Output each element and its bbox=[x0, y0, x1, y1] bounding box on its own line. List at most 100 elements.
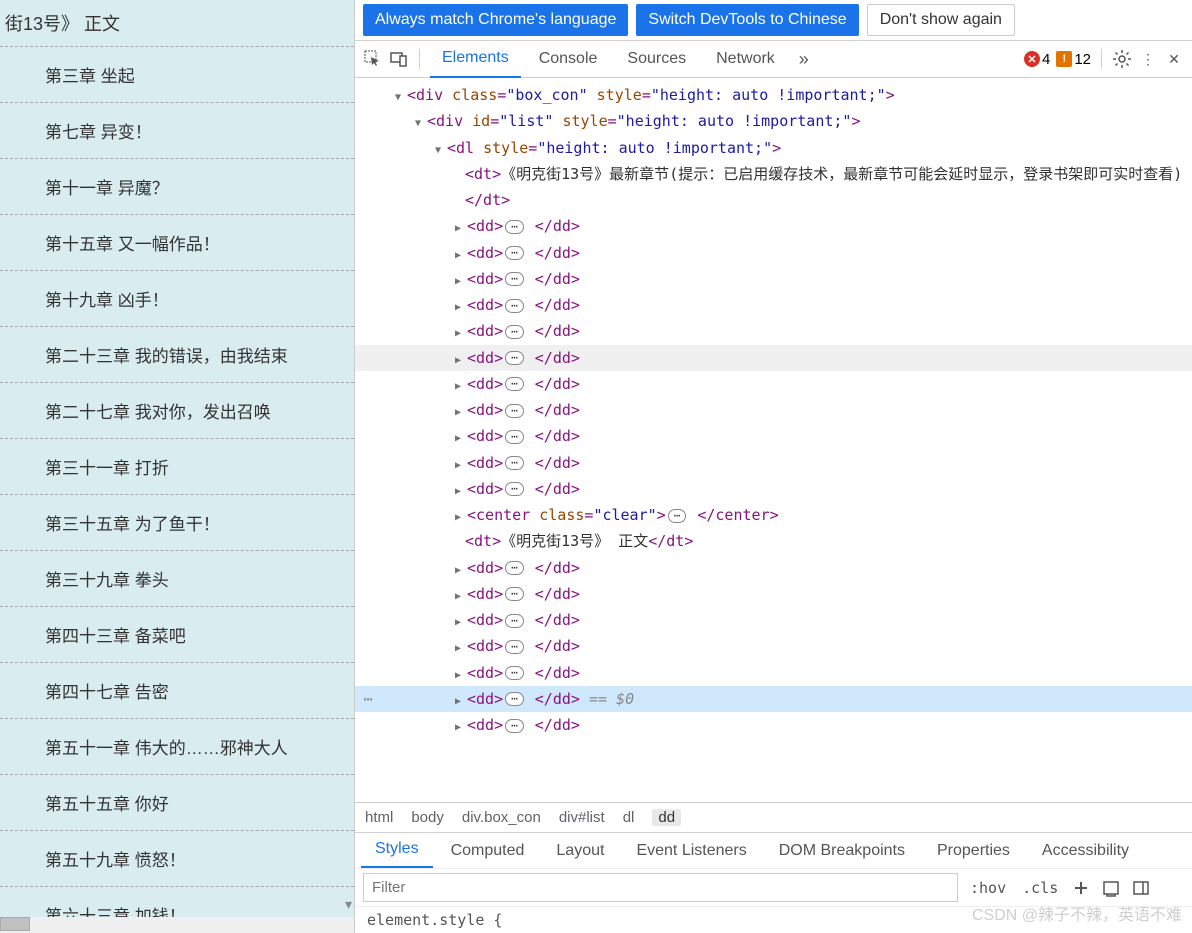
expand-arrow-icon[interactable] bbox=[455, 345, 467, 371]
chapter-link[interactable]: 第五十一章 伟大的……邪神大人 bbox=[0, 719, 354, 775]
dom-node[interactable]: <dd>⋯ </dd> bbox=[355, 318, 1192, 344]
expand-arrow-icon[interactable] bbox=[435, 135, 447, 161]
expand-arrow-icon[interactable] bbox=[455, 397, 467, 423]
subtab-dom-breakpoints[interactable]: DOM Breakpoints bbox=[765, 833, 919, 869]
dom-node[interactable]: <dd>⋯ </dd> bbox=[355, 213, 1192, 239]
ellipsis-icon[interactable]: ⋯ bbox=[505, 220, 524, 234]
filter-input[interactable] bbox=[363, 873, 958, 902]
ellipsis-icon[interactable]: ⋯ bbox=[505, 351, 524, 365]
dom-node[interactable]: <dl style="height: auto !important;"> bbox=[355, 135, 1192, 161]
subtab-styles[interactable]: Styles bbox=[361, 833, 433, 869]
ellipsis-icon[interactable]: ⋯ bbox=[505, 430, 524, 444]
style-rule[interactable]: element.style { bbox=[355, 906, 1192, 933]
ellipsis-icon[interactable]: ⋯ bbox=[505, 666, 524, 680]
hov-toggle[interactable]: :hov bbox=[966, 877, 1010, 899]
breadcrumb-item[interactable]: div#list bbox=[559, 809, 605, 826]
gutter-menu-icon[interactable]: ⋯ bbox=[359, 686, 377, 712]
dom-node-selected[interactable]: ⋯<dd>⋯ </dd> == $0 bbox=[355, 686, 1192, 712]
dom-node[interactable]: <dd>⋯ </dd> bbox=[355, 423, 1192, 449]
ellipsis-icon[interactable]: ⋯ bbox=[668, 509, 687, 523]
breadcrumb-item[interactable]: dl bbox=[623, 809, 635, 826]
subtab-computed[interactable]: Computed bbox=[437, 833, 539, 869]
chapter-link[interactable]: 第三十五章 为了鱼干！ bbox=[0, 495, 354, 551]
chapter-link[interactable]: 第四十三章 备菜吧 bbox=[0, 607, 354, 663]
chapter-link[interactable]: 第二十七章 我对你，发出召唤 bbox=[0, 383, 354, 439]
tab-elements[interactable]: Elements bbox=[430, 40, 521, 78]
dom-node[interactable]: <dd>⋯ </dd> bbox=[355, 450, 1192, 476]
gear-icon[interactable] bbox=[1112, 49, 1132, 69]
tab-sources[interactable]: Sources bbox=[615, 40, 698, 78]
new-style-rule-icon[interactable] bbox=[1070, 877, 1092, 899]
chapter-link[interactable]: 第十五章 又一幅作品！ bbox=[0, 215, 354, 271]
dom-node[interactable]: <dt>《明克街13号》最新章节(提示：已启用缓存技术，最新章节可能会延时显示，… bbox=[355, 161, 1192, 214]
warning-count[interactable]: !12 bbox=[1056, 51, 1091, 68]
dom-node[interactable]: <div class="box_con" style="height: auto… bbox=[355, 82, 1192, 108]
expand-arrow-icon[interactable] bbox=[455, 581, 467, 607]
tab-console[interactable]: Console bbox=[527, 40, 610, 78]
breadcrumb-item[interactable]: dd bbox=[652, 809, 681, 826]
ellipsis-icon[interactable]: ⋯ bbox=[505, 692, 524, 706]
expand-arrow-icon[interactable] bbox=[455, 450, 467, 476]
tab-network[interactable]: Network bbox=[704, 40, 787, 78]
horizontal-scrollbar[interactable] bbox=[0, 917, 354, 933]
expand-arrow-icon[interactable] bbox=[455, 213, 467, 239]
dom-node[interactable]: <dd>⋯ </dd> bbox=[355, 712, 1192, 738]
dom-node[interactable]: <dd>⋯ </dd> bbox=[355, 581, 1192, 607]
dom-node[interactable]: <dd>⋯ </dd> bbox=[355, 240, 1192, 266]
ellipsis-icon[interactable]: ⋯ bbox=[505, 614, 524, 628]
chapter-link[interactable]: 第三十一章 打折 bbox=[0, 439, 354, 495]
ellipsis-icon[interactable]: ⋯ bbox=[505, 272, 524, 286]
toggle-panel-icon[interactable] bbox=[1130, 877, 1152, 899]
close-icon[interactable]: ✕ bbox=[1164, 49, 1184, 69]
dom-node[interactable]: <dd>⋯ </dd> bbox=[355, 633, 1192, 659]
device-toggle-icon[interactable] bbox=[389, 49, 409, 69]
ellipsis-icon[interactable]: ⋯ bbox=[505, 456, 524, 470]
expand-arrow-icon[interactable] bbox=[395, 82, 407, 108]
dom-node[interactable]: <dd>⋯ </dd> bbox=[355, 371, 1192, 397]
chapter-link[interactable]: 第五十五章 你好 bbox=[0, 775, 354, 831]
expand-arrow-icon[interactable] bbox=[455, 686, 467, 712]
dom-node[interactable]: <dd>⋯ </dd> bbox=[355, 476, 1192, 502]
expand-arrow-icon[interactable] bbox=[455, 423, 467, 449]
expand-arrow-icon[interactable] bbox=[415, 108, 427, 134]
expand-arrow-icon[interactable] bbox=[455, 476, 467, 502]
subtab-layout[interactable]: Layout bbox=[542, 833, 618, 869]
expand-arrow-icon[interactable] bbox=[455, 371, 467, 397]
expand-arrow-icon[interactable] bbox=[455, 318, 467, 344]
dom-tree[interactable]: <div class="box_con" style="height: auto… bbox=[355, 78, 1192, 802]
ellipsis-icon[interactable]: ⋯ bbox=[505, 246, 524, 260]
subtab-accessibility[interactable]: Accessibility bbox=[1028, 833, 1143, 869]
dom-node[interactable]: <dd>⋯ </dd> bbox=[355, 555, 1192, 581]
dont-show-button[interactable]: Don't show again bbox=[867, 4, 1015, 36]
dom-node[interactable]: <dd>⋯ </dd> bbox=[355, 660, 1192, 686]
dom-node[interactable]: <dd>⋯ </dd> bbox=[355, 266, 1192, 292]
chapter-link[interactable]: 第四十七章 告密 bbox=[0, 663, 354, 719]
chapter-link[interactable]: 第十一章 异魔？ bbox=[0, 159, 354, 215]
ellipsis-icon[interactable]: ⋯ bbox=[505, 587, 524, 601]
dom-node[interactable]: <dd>⋯ </dd> bbox=[355, 397, 1192, 423]
kebab-menu-icon[interactable]: ⋮ bbox=[1138, 49, 1158, 69]
dom-node[interactable]: <div id="list" style="height: auto !impo… bbox=[355, 108, 1192, 134]
subtab-event-listeners[interactable]: Event Listeners bbox=[622, 833, 760, 869]
ellipsis-icon[interactable]: ⋯ bbox=[505, 299, 524, 313]
ellipsis-icon[interactable]: ⋯ bbox=[505, 325, 524, 339]
expand-arrow-icon[interactable] bbox=[455, 292, 467, 318]
dom-node[interactable]: <dt>《明克街13号》 正文</dt> bbox=[355, 528, 1192, 554]
match-language-button[interactable]: Always match Chrome's language bbox=[363, 4, 628, 36]
ellipsis-icon[interactable]: ⋯ bbox=[505, 404, 524, 418]
dom-node[interactable]: <dd>⋯ </dd> bbox=[355, 345, 1192, 371]
cls-toggle[interactable]: .cls bbox=[1018, 877, 1062, 899]
breadcrumb-item[interactable]: div.box_con bbox=[462, 809, 541, 826]
dom-node[interactable]: <dd>⋯ </dd> bbox=[355, 292, 1192, 318]
chapter-link[interactable]: 第十九章 凶手！ bbox=[0, 271, 354, 327]
expand-arrow-icon[interactable] bbox=[455, 633, 467, 659]
computed-sidebar-icon[interactable] bbox=[1100, 877, 1122, 899]
chapter-link[interactable]: 第七章 异变！ bbox=[0, 103, 354, 159]
expand-arrow-icon[interactable] bbox=[455, 266, 467, 292]
more-tabs-icon[interactable]: » bbox=[793, 49, 815, 70]
expand-arrow-icon[interactable] bbox=[455, 240, 467, 266]
switch-chinese-button[interactable]: Switch DevTools to Chinese bbox=[636, 4, 858, 36]
expand-arrow-icon[interactable] bbox=[455, 712, 467, 738]
chapter-link[interactable]: 第五十九章 愤怒！ bbox=[0, 831, 354, 887]
chapter-link[interactable]: 第三章 坐起 bbox=[0, 47, 354, 103]
